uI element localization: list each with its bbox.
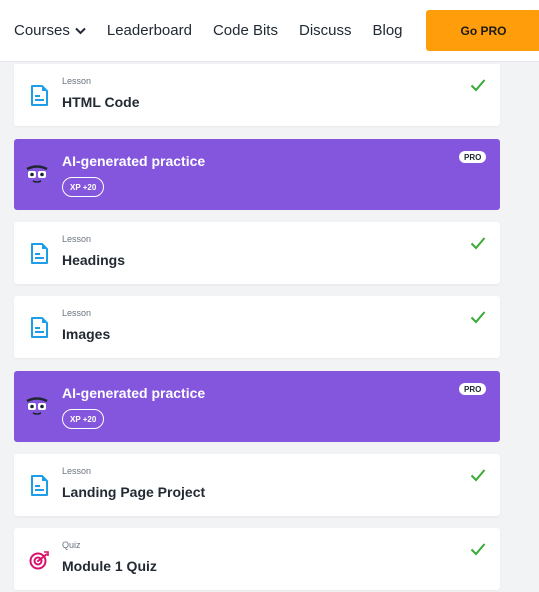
lesson-card-headings[interactable]: Lesson Headings	[14, 222, 500, 284]
xp-reward-badge: XP +20	[62, 177, 105, 197]
item-title: Landing Page Project	[62, 484, 206, 500]
top-navigation-bar: Courses Leaderboard Code Bits Discuss Bl…	[0, 0, 539, 62]
checkmark-icon	[470, 79, 486, 92]
nav-courses-dropdown[interactable]: Courses	[14, 22, 86, 39]
mascot-icon	[26, 165, 48, 183]
nav-code-bits-link[interactable]: Code Bits	[213, 22, 278, 39]
nav-leaderboard-link[interactable]: Leaderboard	[107, 22, 192, 39]
ai-practice-card[interactable]: AI-generated practice XP +20 PRO	[14, 371, 500, 442]
pro-badge: PRO	[459, 151, 487, 163]
main-nav: Courses Leaderboard Code Bits Discuss Bl…	[0, 22, 424, 39]
item-kind-label: Lesson	[62, 234, 92, 244]
item-kind-label: Lesson	[62, 466, 92, 476]
lesson-card-html-code[interactable]: Lesson HTML Code	[14, 64, 500, 126]
chevron-down-icon	[75, 27, 86, 35]
item-title: Module 1 Quiz	[62, 558, 157, 574]
checkmark-icon	[470, 543, 486, 556]
checkmark-icon	[470, 237, 486, 250]
item-kind-label: Lesson	[62, 308, 92, 318]
go-pro-button[interactable]: Go PRO	[426, 10, 539, 51]
mascot-icon	[26, 397, 48, 415]
practice-title: AI-generated practice	[62, 385, 206, 401]
practice-title: AI-generated practice	[62, 153, 206, 169]
lesson-card-landing-page-project[interactable]: Lesson Landing Page Project	[14, 454, 500, 516]
document-icon	[31, 317, 48, 338]
quiz-card-module-1[interactable]: Quiz Module 1 Quiz	[14, 528, 500, 590]
document-icon	[31, 475, 48, 496]
checkmark-icon	[470, 311, 486, 324]
item-kind-label: Lesson	[62, 76, 92, 86]
ai-practice-card[interactable]: AI-generated practice XP +20 PRO	[14, 139, 500, 210]
xp-reward-badge: XP +20	[62, 409, 105, 429]
item-title: Headings	[62, 252, 126, 268]
lesson-card-images[interactable]: Lesson Images	[14, 296, 500, 358]
nav-blog-link[interactable]: Blog	[373, 22, 403, 39]
item-title: Images	[62, 326, 111, 342]
checkmark-icon	[470, 469, 486, 482]
item-kind-label: Quiz	[62, 540, 81, 550]
nav-courses-label: Courses	[14, 22, 70, 39]
document-icon	[31, 85, 48, 106]
nav-discuss-link[interactable]: Discuss	[299, 22, 352, 39]
item-title: HTML Code	[62, 94, 140, 110]
target-icon	[29, 551, 49, 570]
document-icon	[31, 243, 48, 264]
pro-badge: PRO	[459, 383, 487, 395]
